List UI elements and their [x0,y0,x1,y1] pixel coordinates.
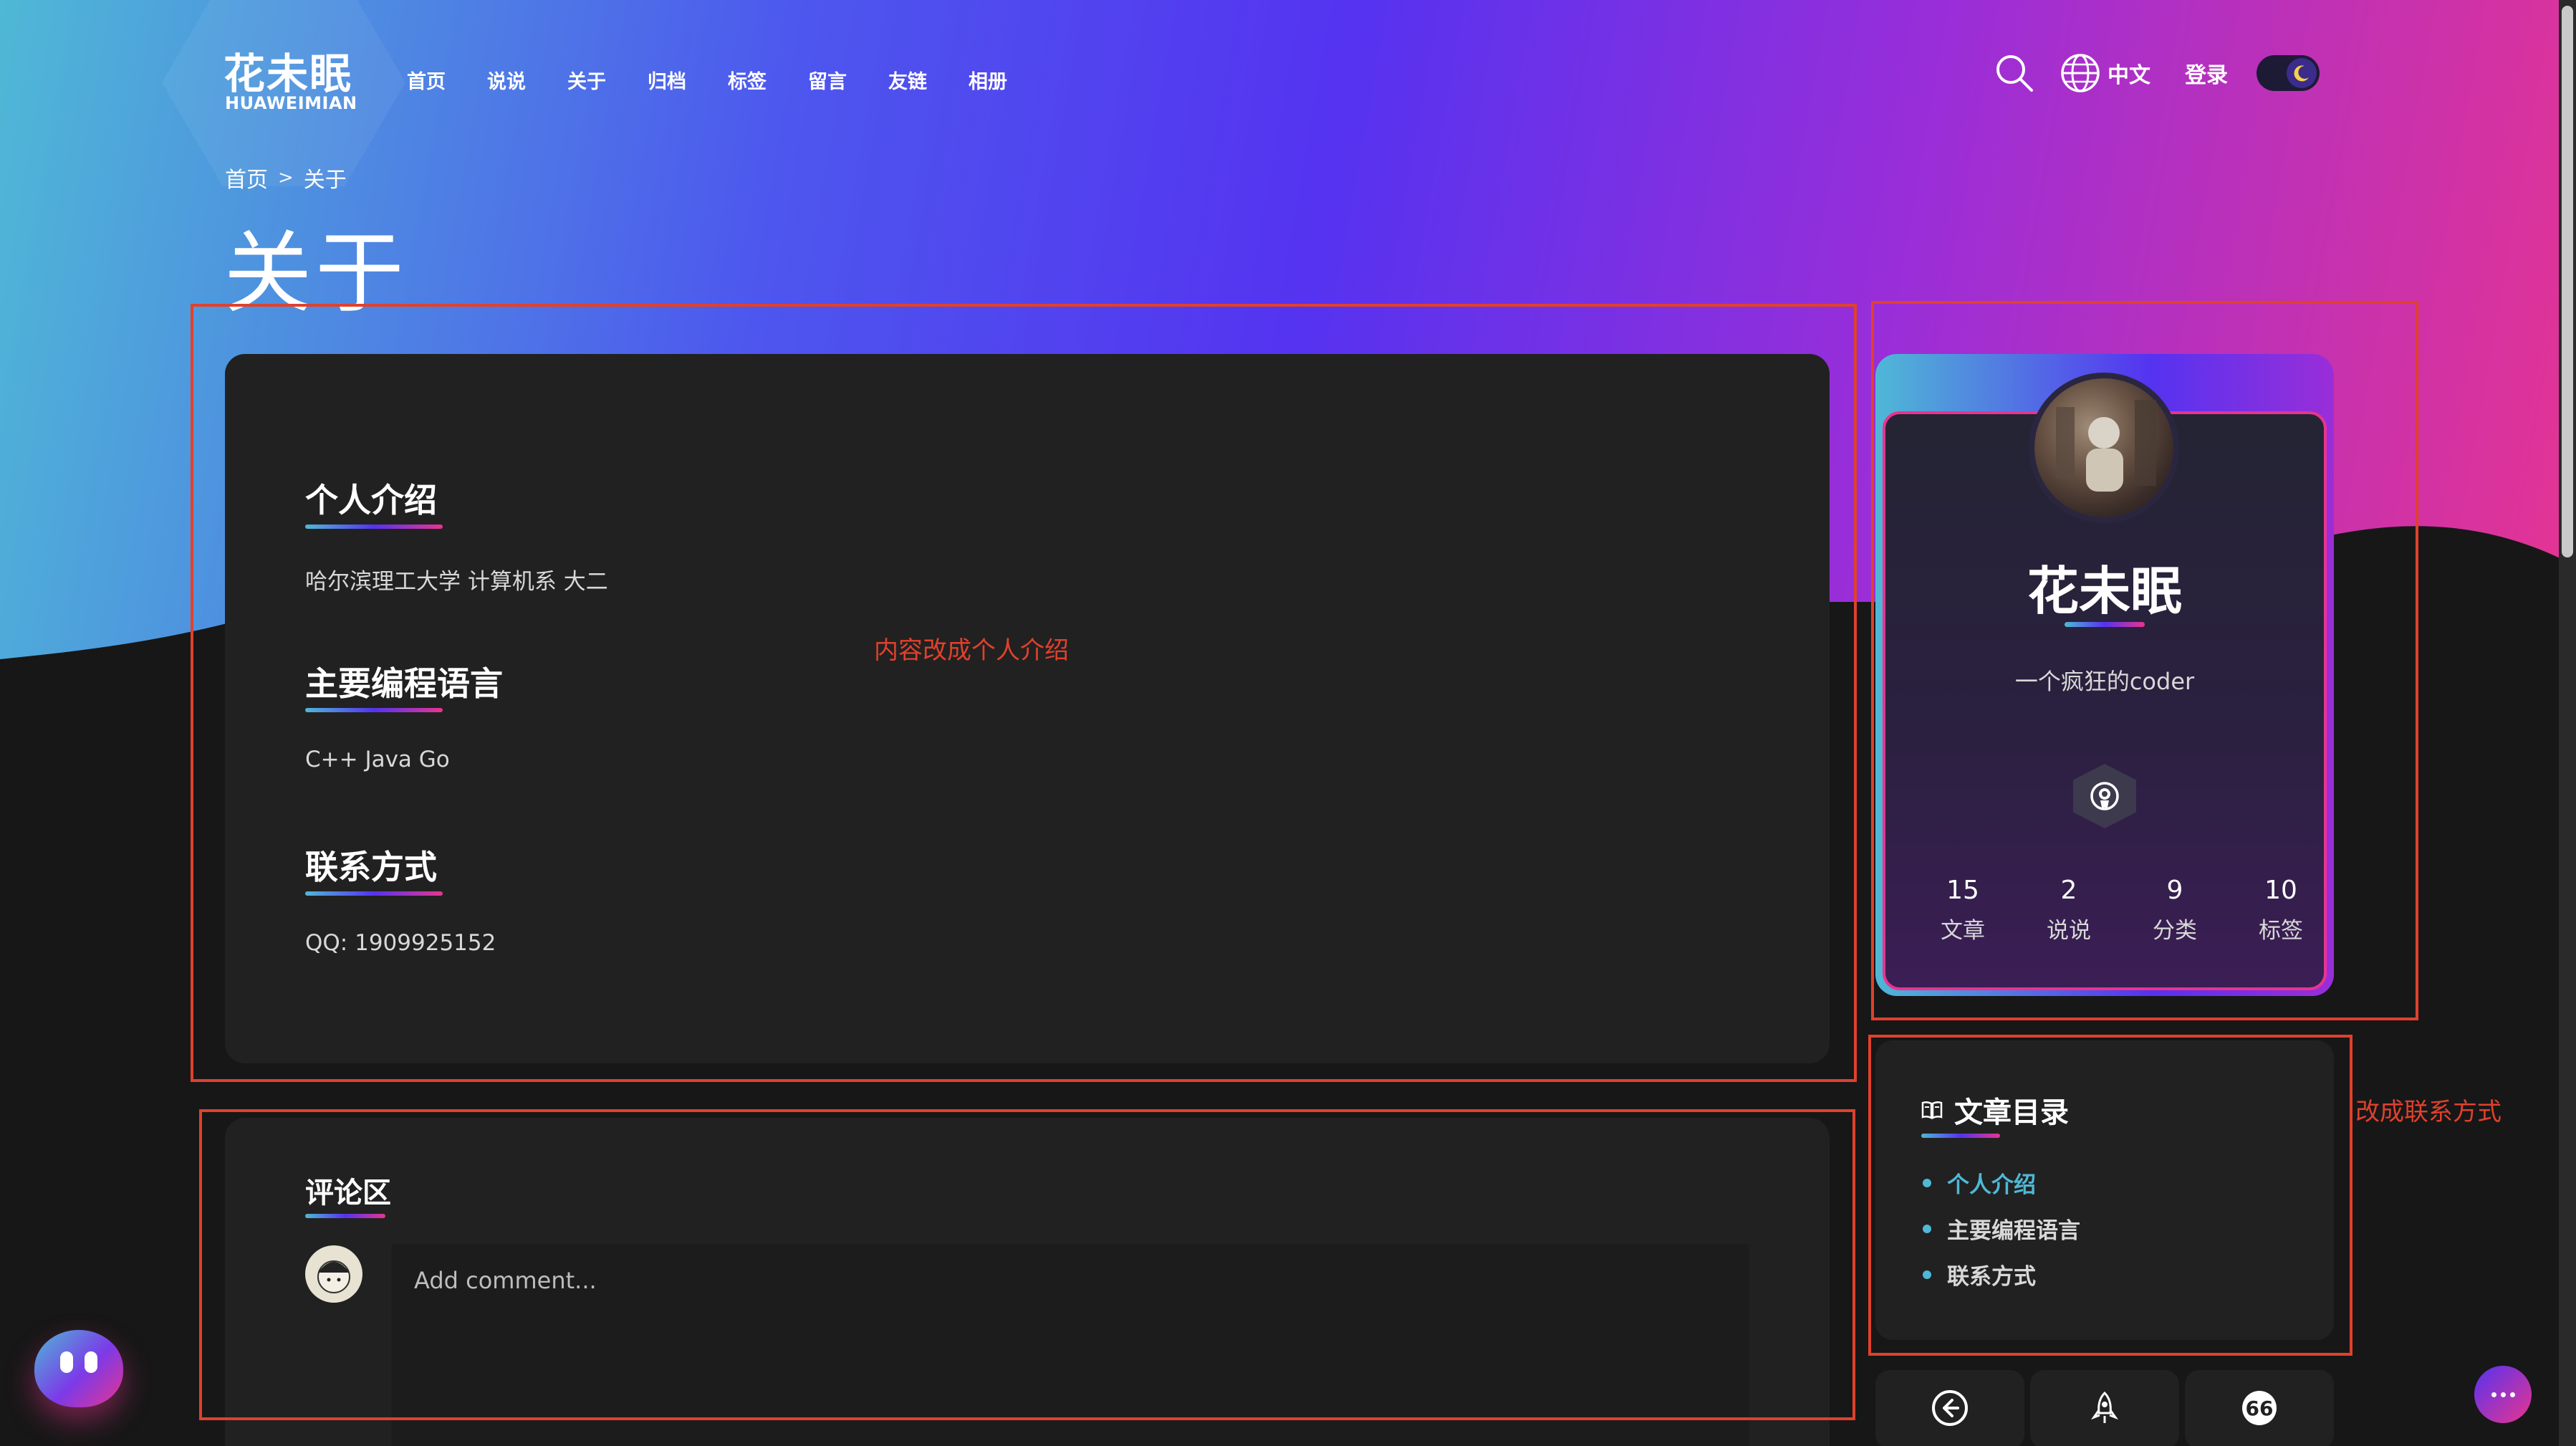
moon-icon [2287,58,2317,88]
login-link[interactable]: 登录 [2185,57,2228,89]
breadcrumb-current: 关于 [303,168,347,193]
nav-item-about[interactable]: 关于 [567,66,648,94]
nav-item-talk[interactable]: 说说 [487,66,567,94]
annotation-box-toc [1868,1035,2352,1356]
breadcrumb-separator: > [278,167,294,188]
language-switch[interactable]: 中文 [2108,57,2150,89]
back-button[interactable] [1875,1370,2024,1446]
site-logo-subtitle[interactable]: HUAWEIMIAN [225,93,357,113]
back-to-top-button[interactable] [2030,1370,2179,1446]
nav-item-tags[interactable]: 标签 [728,66,808,94]
chat-icon[interactable] [2474,1366,2532,1423]
robot-eye [60,1351,73,1373]
svg-text:66: 66 [2246,1397,2274,1420]
arrow-left-icon [1931,1389,1969,1430]
scrollbar-thumb[interactable] [2562,6,2573,557]
search-icon[interactable] [1991,50,2037,96]
breadcrumb: 首页 > 关于 [225,162,347,193]
breadcrumb-home[interactable]: 首页 [225,162,268,193]
nav-item-home[interactable]: 首页 [407,66,487,94]
nav-item-album[interactable]: 相册 [969,66,1049,94]
theme-toggle[interactable] [2257,55,2320,91]
annotation-box-main [191,304,1857,1082]
annotation-note-main: 内容改成个人介绍 [874,636,1069,665]
annotation-note-toc: 改成联系方式 [2355,1098,2501,1126]
annotation-box-profile [1871,301,2418,1020]
nav-item-friends[interactable]: 友链 [888,66,969,94]
globe-icon[interactable] [2057,50,2103,96]
header-actions: 中文 登录 [1991,50,2320,96]
nav-item-archive[interactable]: 归档 [648,66,728,94]
rocket-icon [2089,1390,2120,1429]
main-nav: 首页 说说 关于 归档 标签 留言 友链 相册 [407,66,1049,94]
quote-icon: 66 [2240,1389,2279,1430]
nav-item-messages[interactable]: 留言 [808,66,888,94]
annotation-box-comments [199,1109,1855,1420]
robot-icon[interactable] [34,1330,123,1407]
site-logo-title[interactable]: 花未眠 [224,40,352,100]
robot-eye [85,1351,97,1373]
comment-jump-button[interactable]: 66 [2185,1370,2334,1446]
